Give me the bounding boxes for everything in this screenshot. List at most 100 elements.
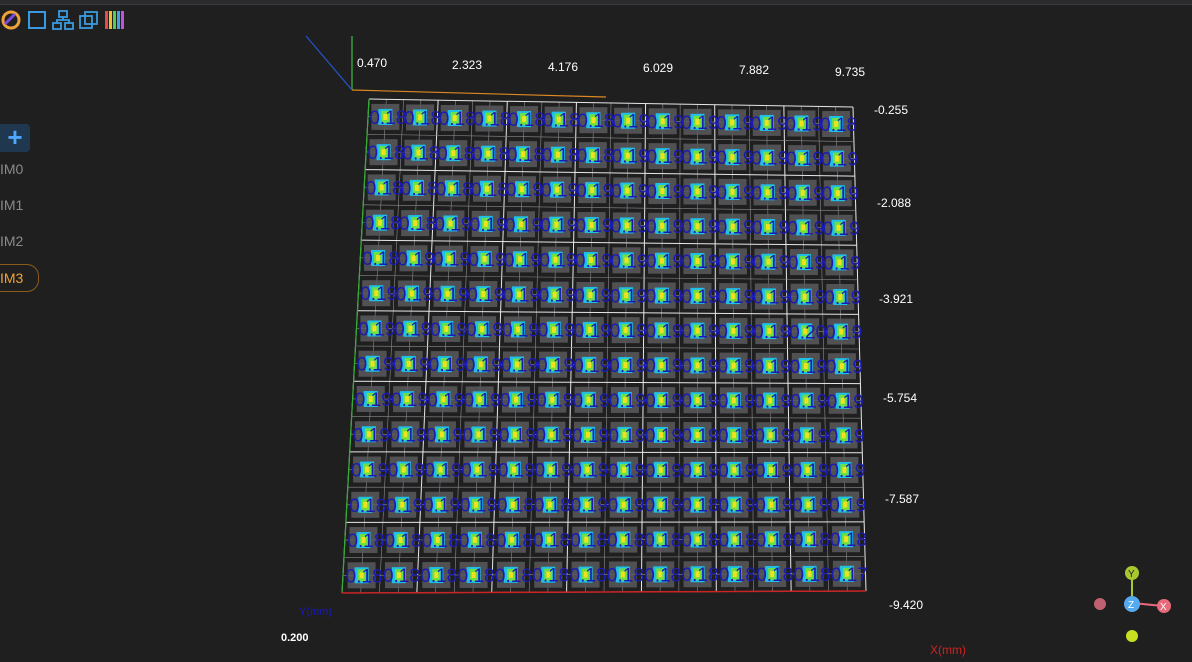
cell-value-label: 0.19: [501, 355, 538, 376]
cell-value-label: 0.18: [420, 566, 457, 587]
cell-value-label: 0.18: [570, 531, 607, 552]
3d-viewport[interactable]: 0.180.180.180.180.180.180.180.190.190.19…: [0, 0, 1192, 662]
cell-value-label: 0.19: [753, 322, 790, 343]
cell-value-label: 0.19: [717, 218, 754, 239]
x-tick-label: 6.029: [643, 61, 673, 75]
cell-value-label: 0.19: [573, 391, 610, 412]
cell-value-label: 0.18: [383, 566, 420, 587]
cell-value-label: 0.18: [495, 566, 532, 587]
cell-value-label: 0.19: [717, 287, 754, 308]
cell-value-label: 0.19: [389, 425, 426, 446]
cell-value-label: 0.19: [427, 390, 464, 411]
cell-value-label: 0.19: [539, 286, 576, 307]
cell-value-label: 0.19: [791, 426, 828, 447]
cell-value-label: 0.18: [577, 111, 614, 132]
cell-value-label: 0.19: [792, 496, 829, 517]
cell-value-label: 0.19: [752, 253, 789, 274]
bottom-left-value: 0.200: [281, 632, 309, 644]
cell-value-label: 0.19: [790, 392, 827, 413]
cell-value-label: 0.18: [507, 145, 544, 166]
cell-value-label: 0.18: [439, 109, 476, 130]
cell-value-label: 0.19: [682, 461, 719, 482]
cell-value-label: 0.19: [681, 217, 718, 238]
cell-value-label: 0.19: [681, 113, 718, 134]
cell-value-label: 0.18: [533, 531, 570, 552]
cell-value-label: 0.19: [822, 184, 859, 205]
cell-value-label: 0.19: [718, 357, 755, 378]
cell-value-label: 0.19: [717, 183, 754, 204]
cell-value-label: 0.19: [572, 426, 609, 447]
gizmo-y-label: Y: [1128, 569, 1135, 580]
cell-value-label: 0.19: [682, 426, 719, 447]
x-axis-label: X(mm): [930, 643, 966, 657]
cell-value-label: 0.19: [755, 496, 792, 517]
cell-value-label: 0.19: [787, 184, 824, 205]
cell-value-label: 0.19: [576, 216, 613, 237]
cell-value-label: 0.19: [646, 217, 683, 238]
gizmo-neg-y-handle[interactable]: [1126, 630, 1138, 642]
cell-value-label: 0.19: [391, 390, 428, 411]
cell-value-label: 0.19: [826, 357, 863, 378]
cell-value-label: 0.18: [756, 565, 793, 586]
cell-value-label: 0.19: [351, 461, 388, 482]
cell-value-label: 0.18: [497, 496, 534, 517]
cell-value-label: 0.19: [460, 496, 497, 517]
cell-value-label: 0.18: [719, 565, 756, 586]
cell-value-label: 0.19: [754, 357, 791, 378]
cell-value-label: 0.18: [437, 144, 474, 165]
cell-value-label: 0.18: [570, 566, 607, 587]
cell-value-label: 0.19: [571, 461, 608, 482]
cell-value-label: 0.19: [608, 461, 645, 482]
cell-value-label: 0.19: [827, 392, 864, 413]
cell-value-label: 0.19: [821, 150, 858, 171]
cell-value-label: 0.19: [825, 323, 862, 344]
cell-value-label: 0.19: [716, 148, 753, 169]
cell-value-label: 0.19: [682, 356, 719, 377]
grid-line-horizontal: [349, 451, 863, 454]
cell-value-label: 0.19: [423, 496, 460, 517]
cell-value-label: 0.19: [398, 249, 435, 270]
cell-value-label: 0.19: [681, 182, 718, 203]
cell-value-label: 0.19: [717, 252, 754, 273]
cell-value-label: 0.19: [505, 215, 542, 236]
cell-value-label: 0.19: [535, 461, 572, 482]
cell-value-label: 0.18: [347, 531, 384, 552]
cell-value-label: 0.18: [364, 214, 401, 235]
y-tick-label: -2.088: [877, 196, 911, 210]
cell-value-label: 0.19: [752, 218, 789, 239]
cell-value-label: 0.19: [824, 288, 861, 309]
cell-value-label: 0.19: [574, 321, 611, 342]
cell-value-label: 0.19: [645, 391, 682, 412]
x-tick-labels: 0.470 2.323 4.176 6.029 7.882 9.735: [357, 56, 865, 79]
cell-value-label: 0.19: [716, 113, 753, 134]
orientation-gizmo[interactable]: Y Z X: [1094, 566, 1171, 642]
cell-value-label: 0.19: [718, 496, 755, 517]
cell-value-label: 0.19: [787, 218, 824, 239]
cell-value-label: 0.19: [786, 149, 823, 170]
cell-value-label: 0.19: [461, 461, 498, 482]
y-tick-label: -7.587: [885, 492, 919, 506]
cell-value-label: 0.19: [360, 284, 397, 305]
cell-value-label: 0.19: [646, 252, 683, 273]
cell-value-label: 0.19: [467, 285, 504, 306]
cell-value-label: 0.18: [682, 496, 719, 517]
cell-value-label: 0.18: [402, 144, 439, 165]
cell-value-label: 0.18: [472, 145, 509, 166]
cell-value-label: 0.19: [470, 215, 507, 236]
y-axis-label: Y(mm): [299, 606, 332, 618]
cell-value-label: 0.19: [611, 216, 648, 237]
cell-value-label: 0.19: [388, 461, 425, 482]
cell-value-label: 0.19: [425, 461, 462, 482]
gizmo-neg-x-handle[interactable]: [1094, 598, 1106, 610]
cell-value-label: 0.19: [828, 426, 865, 447]
cell-value-label: 0.19: [357, 355, 394, 376]
cell-value-label: 0.18: [422, 531, 459, 552]
y-tick-label: -0.255: [874, 103, 908, 117]
cell-value-label: 0.19: [432, 285, 469, 306]
cell-value-label: 0.19: [718, 426, 755, 447]
cell-value-label: 0.18: [542, 146, 579, 167]
cell-value-label: 0.18: [682, 530, 719, 551]
cell-value-label: 0.18: [496, 531, 533, 552]
cell-value-label: 0.19: [506, 180, 543, 201]
x-tick-label: 0.470: [357, 56, 387, 70]
